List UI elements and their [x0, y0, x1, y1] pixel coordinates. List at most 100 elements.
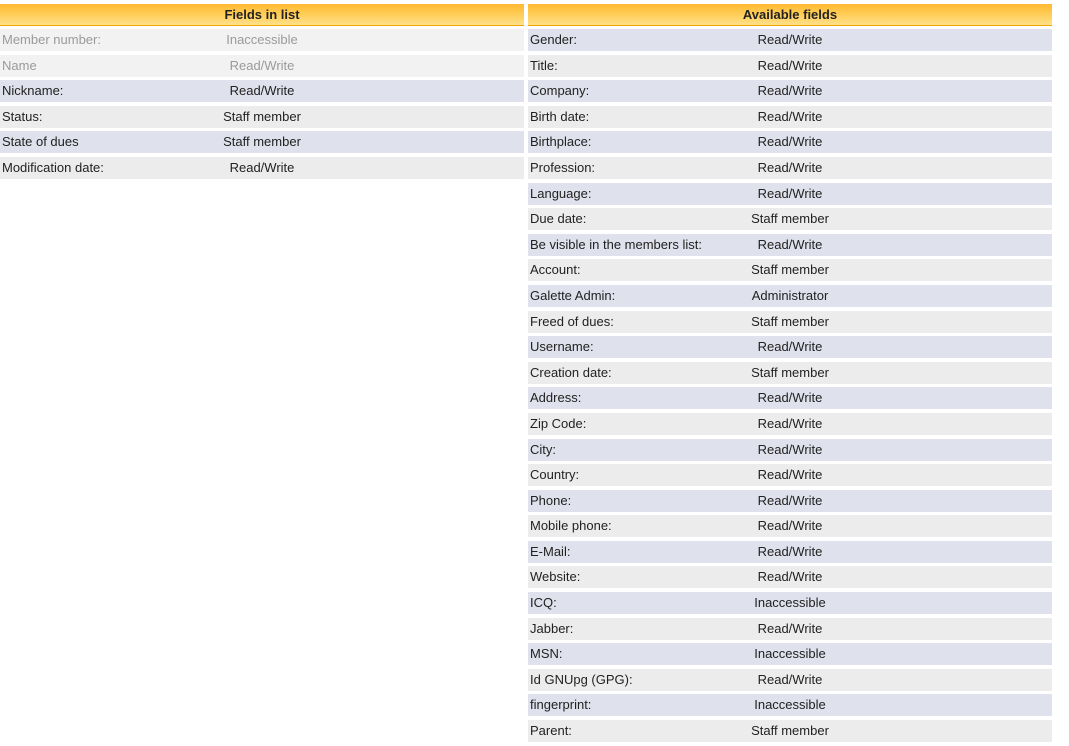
field-label: Username: — [530, 339, 594, 355]
field-label: Account: — [530, 262, 581, 278]
field-row[interactable]: Creation date: Staff member — [528, 361, 1052, 384]
available-fields-header: Available fields — [528, 4, 1052, 26]
field-label: Be visible in the members list: — [530, 236, 702, 252]
field-access-level: Read/Write — [757, 185, 823, 201]
field-label: City: — [530, 441, 556, 457]
field-row[interactable]: Due date: Staff member — [528, 208, 1052, 231]
field-label: Creation date: — [530, 364, 612, 380]
field-access-level: Read/Write — [229, 57, 295, 73]
field-label: fingerprint: — [530, 697, 592, 713]
field-label: Mobile phone: — [530, 518, 612, 534]
field-row[interactable]: Title: Read/Write — [528, 54, 1052, 77]
field-access-level: Read/Write — [757, 441, 823, 457]
field-row[interactable]: State of dues Staff member — [0, 131, 524, 154]
field-access-level: Staff member — [751, 313, 829, 329]
field-label: Freed of dues: — [530, 313, 614, 329]
field-access-level: Read/Write — [757, 620, 823, 636]
field-row[interactable]: Address: Read/Write — [528, 387, 1052, 410]
field-access-level: Inaccessible — [226, 32, 298, 47]
field-row: Name Read/Write — [0, 54, 524, 77]
field-row[interactable]: City: Read/Write — [528, 438, 1052, 461]
field-access-level: Read/Write — [757, 134, 823, 150]
field-access-level: Staff member — [751, 211, 829, 227]
field-access-level: Administrator — [751, 287, 829, 303]
available-fields-rows: Gender: Read/Write Title: Read/Write Company… — [528, 29, 1052, 743]
field-row[interactable]: Galette Admin: Administrator — [528, 284, 1052, 307]
fields-in-list-panel: Fields in list Member number: Inaccessibl… — [0, 4, 524, 183]
field-access-level: Staff member — [751, 723, 829, 739]
field-row[interactable]: Account: Staff member — [528, 259, 1052, 282]
field-row[interactable]: Zip Code: Read/Write — [528, 412, 1052, 435]
field-access-level: Inaccessible — [754, 646, 826, 662]
field-access-level: Read/Write — [757, 569, 823, 585]
field-label: Birth date: — [530, 108, 590, 124]
field-access-level: Read/Write — [757, 236, 823, 252]
field-label: Modification date: — [2, 159, 104, 175]
field-row[interactable]: Language: Read/Write — [528, 182, 1052, 205]
field-label: Name — [2, 57, 37, 73]
field-access-level: Inaccessible — [754, 697, 826, 713]
field-access-level: Read/Write — [757, 467, 823, 483]
field-row[interactable]: Website: Read/Write — [528, 566, 1052, 589]
field-label: Nickname: — [2, 83, 64, 99]
field-row[interactable]: Freed of dues: Staff member — [528, 310, 1052, 333]
field-label: Status: — [2, 108, 43, 124]
field-label: Jabber: — [530, 620, 574, 636]
field-row[interactable]: E-Mail: Read/Write — [528, 540, 1052, 563]
field-access-level: Read/Write — [757, 159, 823, 175]
field-row[interactable]: MSN: Inaccessible — [528, 643, 1052, 666]
field-access-level: Read/Write — [757, 32, 823, 47]
field-row[interactable]: Status: Staff member — [0, 105, 524, 128]
field-access-level: Staff member — [751, 364, 829, 380]
field-access-level: Read/Write — [757, 492, 823, 508]
field-label: Address: — [530, 390, 582, 406]
field-access-level: Read/Write — [229, 159, 295, 175]
field-label: State of dues — [2, 134, 79, 150]
field-label: Birthplace: — [530, 134, 592, 150]
field-row[interactable]: Gender: Read/Write — [528, 29, 1052, 51]
field-row: Member number: Inaccessible — [0, 29, 524, 51]
field-access-level: Read/Write — [757, 518, 823, 534]
field-row[interactable]: Nickname: Read/Write — [0, 80, 524, 103]
field-row[interactable]: Profession: Read/Write — [528, 156, 1052, 179]
field-label: Due date: — [530, 211, 587, 227]
field-access-level: Read/Write — [757, 543, 823, 559]
field-access-level: Read/Write — [757, 83, 823, 99]
available-fields-panel: Available fields Gender: Read/Write Title:… — [528, 4, 1052, 746]
field-row[interactable]: Jabber: Read/Write — [528, 617, 1052, 640]
field-access-level: Read/Write — [757, 108, 823, 124]
field-row[interactable]: Company: Read/Write — [528, 80, 1052, 103]
fields-in-list-header: Fields in list — [0, 4, 524, 26]
field-label: Country: — [530, 467, 580, 483]
field-access-level: Read/Write — [757, 57, 823, 73]
field-label: Website: — [530, 569, 581, 585]
field-row[interactable]: fingerprint: Inaccessible — [528, 694, 1052, 717]
field-access-level: Staff member — [223, 134, 301, 150]
field-access-level: Staff member — [223, 108, 301, 124]
field-access-level: Staff member — [751, 262, 829, 278]
field-access-level: Inaccessible — [754, 595, 826, 611]
field-row[interactable]: Id GNUpg (GPG): Read/Write — [528, 668, 1052, 691]
field-label: MSN: — [530, 646, 563, 662]
field-row[interactable]: Phone: Read/Write — [528, 489, 1052, 512]
field-row[interactable]: Country: Read/Write — [528, 464, 1052, 487]
field-row[interactable]: Be visible in the members list: Read/Writ… — [528, 233, 1052, 256]
field-row[interactable]: Modification date: Read/Write — [0, 156, 524, 179]
field-access-level: Read/Write — [757, 339, 823, 355]
field-label: ICQ: — [530, 595, 557, 611]
field-access-level: Read/Write — [229, 83, 295, 99]
field-row[interactable]: Parent: Staff member — [528, 720, 1052, 743]
field-label: Parent: — [530, 723, 572, 739]
field-label: Title: — [530, 57, 558, 73]
field-label: Id GNUpg (GPG): — [530, 671, 633, 687]
field-label: Gender: — [530, 32, 577, 47]
field-row[interactable]: Username: Read/Write — [528, 336, 1052, 359]
field-label: Zip Code: — [530, 415, 587, 431]
field-row[interactable]: ICQ: Inaccessible — [528, 592, 1052, 615]
field-row[interactable]: Birthplace: Read/Write — [528, 131, 1052, 154]
field-label: Company: — [530, 83, 590, 99]
field-row[interactable]: Mobile phone: Read/Write — [528, 515, 1052, 538]
field-row[interactable]: Birth date: Read/Write — [528, 105, 1052, 128]
field-label: Galette Admin: — [530, 287, 616, 303]
field-access-level: Read/Write — [757, 390, 823, 406]
